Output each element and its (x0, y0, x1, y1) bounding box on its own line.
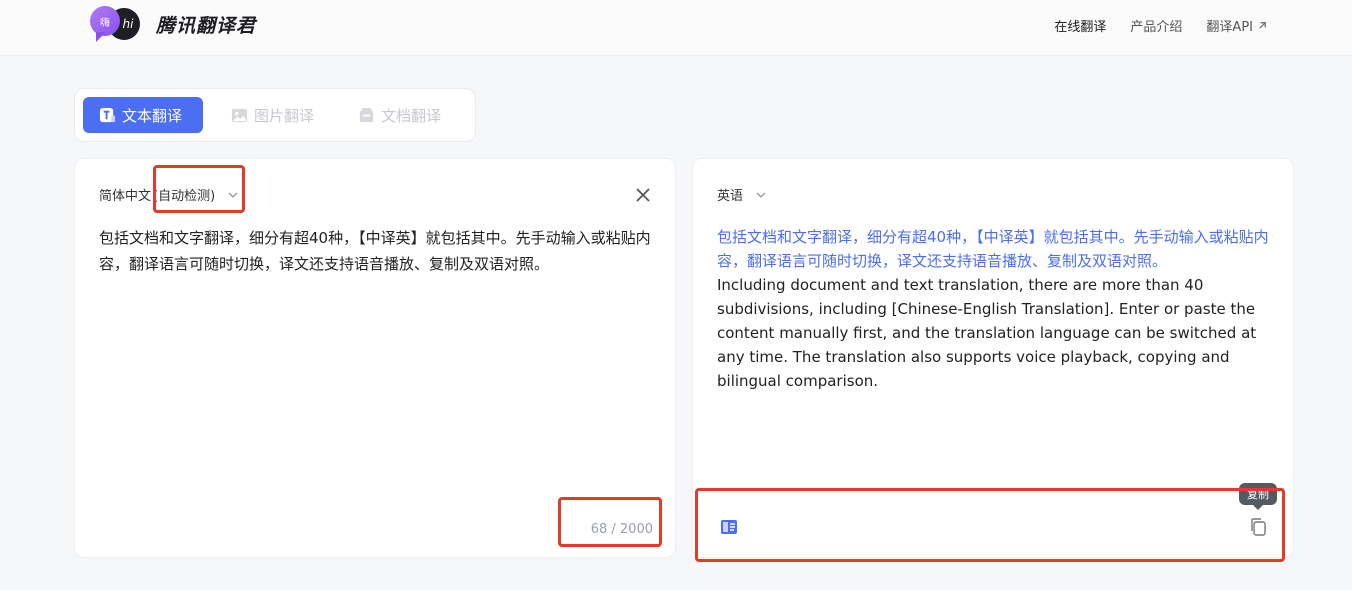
document-icon (359, 107, 374, 122)
bilingual-compare-icon[interactable] (719, 517, 739, 537)
nav-translate-api[interactable]: 翻译API (1206, 16, 1268, 35)
logo-bubble-a: 嗨 (90, 6, 120, 36)
image-icon (231, 108, 248, 122)
nav-online-translate[interactable]: 在线翻译 (1054, 16, 1106, 35)
nav-translate-api-label: 翻译API (1206, 20, 1253, 35)
logo[interactable]: 嗨 hi 腾讯翻译君 (90, 4, 256, 44)
target-language: 英语 (717, 189, 744, 204)
tab-image-translate[interactable]: 图片翻译 (215, 97, 330, 133)
tab-image-translate-label: 图片翻译 (254, 106, 315, 125)
tab-text-translate[interactable]: 文本翻译 (83, 97, 203, 133)
clear-icon[interactable] (633, 185, 653, 205)
source-text-input[interactable]: 包括文档和文字翻译，细分有超40种，【中译英】就包括其中。先手动输入或粘贴内容，… (99, 225, 659, 277)
logo-icon: 嗨 hi (90, 4, 142, 44)
top-header: 嗨 hi 腾讯翻译君 在线翻译 产品介绍 翻译API (0, 0, 1352, 56)
copy-tooltip: 复制 (1239, 483, 1277, 510)
source-panel: 简体中文 (自动检测) 包括文档和文字翻译，细分有超40种，【中译英】就包括其中… (74, 158, 676, 558)
tab-text-translate-label: 文本翻译 (122, 106, 183, 125)
tab-document-translate[interactable]: 文档翻译 (342, 97, 457, 133)
mode-tabs: 文本翻译 图片翻译 文档翻译 (74, 88, 476, 142)
auto-detect-label: (自动检测) (153, 189, 216, 204)
logo-text: 腾讯翻译君 (156, 14, 257, 37)
source-language: 简体中文 (99, 189, 152, 204)
chevron-down-icon (756, 192, 766, 198)
target-source-echo: 包括文档和文字翻译，细分有超40种，【中译英】就包括其中。先手动输入或粘贴内容，… (717, 228, 1269, 270)
tab-document-translate-label: 文档翻译 (381, 106, 442, 125)
target-language-select[interactable]: 英语 (717, 185, 767, 204)
translation-output: Including document and text translation,… (717, 276, 1257, 390)
character-counter: 68 / 2000 (590, 522, 653, 537)
copy-icon[interactable] (1249, 517, 1267, 537)
top-nav: 在线翻译 产品介绍 翻译API (1054, 16, 1268, 35)
chevron-down-icon (228, 192, 238, 198)
text-icon (99, 107, 116, 122)
nav-product-intro[interactable]: 产品介绍 (1130, 16, 1182, 35)
target-panel: 英语 包括文档和文字翻译，细分有超40种，【中译英】就包括其中。先手动输入或粘贴… (692, 158, 1294, 558)
external-link-icon (1259, 22, 1266, 29)
source-language-select[interactable]: 简体中文 (自动检测) (99, 185, 239, 204)
